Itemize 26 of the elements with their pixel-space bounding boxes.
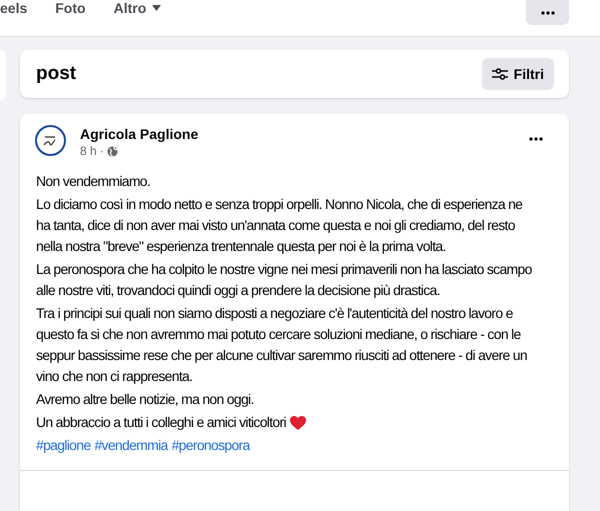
separator: · bbox=[100, 143, 104, 159]
caret-icon bbox=[152, 5, 162, 11]
post-paragraph: Lo diciamo così in modo netto e senza troppi orpelli. Nonno Nicola, che di esperienza ne ha tanta, dice di non aver mai visto un'annata come questa e noi gli crediamo, del resto nella nostra "breve" esperienza trentennale questa per noi è la prima volta. bbox=[36, 195, 524, 256]
hashtag-link[interactable]: #vendemmia bbox=[94, 435, 168, 456]
author-name[interactable]: Agricola Paglione bbox=[80, 125, 198, 143]
more-icon bbox=[529, 137, 543, 141]
hashtag-link[interactable]: #paglione bbox=[36, 435, 90, 456]
section-title: post bbox=[36, 62, 76, 86]
post-time: 8 h bbox=[80, 143, 97, 159]
nav-tab[interactable]: eels bbox=[0, 0, 28, 18]
globe-icon bbox=[106, 146, 118, 156]
post-paragraph: Avremo altre belle notizie, ma non oggi. bbox=[36, 390, 255, 409]
more-icon bbox=[540, 10, 554, 14]
post-paragraph: Un abbraccio a tutti i colleghi e amici viticoltori bbox=[36, 413, 286, 432]
hashtag-link[interactable]: #peronospora bbox=[172, 435, 250, 456]
post-paragraph: La peronospora che ha colpito le nostre vigne nei mesi primaverili non ha lasciato scampo alle nostre viti, trovandoci quindi oggi a prendere la decisione più drastica. bbox=[36, 260, 533, 300]
avatar bbox=[35, 125, 66, 156]
heart-icon bbox=[290, 416, 306, 430]
post-paragraph: Tra i principi sui quali non siamo disposti a negoziare c'è l'autenticità del nostro lavoro e questo fa si che non avremmo mai potuto cercare soluzioni mediane, o rischiare - con le seppur bassissime rese che per alcune cultivar saremmo riusciti ad ottenere - di avere un vino che non ci rappresenta. bbox=[36, 304, 528, 386]
sliders-icon bbox=[492, 68, 508, 80]
nav-tab[interactable]: Foto bbox=[55, 0, 86, 18]
more-button[interactable] bbox=[526, 0, 569, 25]
filter-button[interactable]: Filtri bbox=[482, 58, 554, 90]
post-options-button[interactable] bbox=[527, 135, 545, 143]
post-paragraph: Non vendemmiamo. bbox=[36, 172, 152, 191]
nav-tab[interactable]: Altro bbox=[114, 0, 162, 18]
